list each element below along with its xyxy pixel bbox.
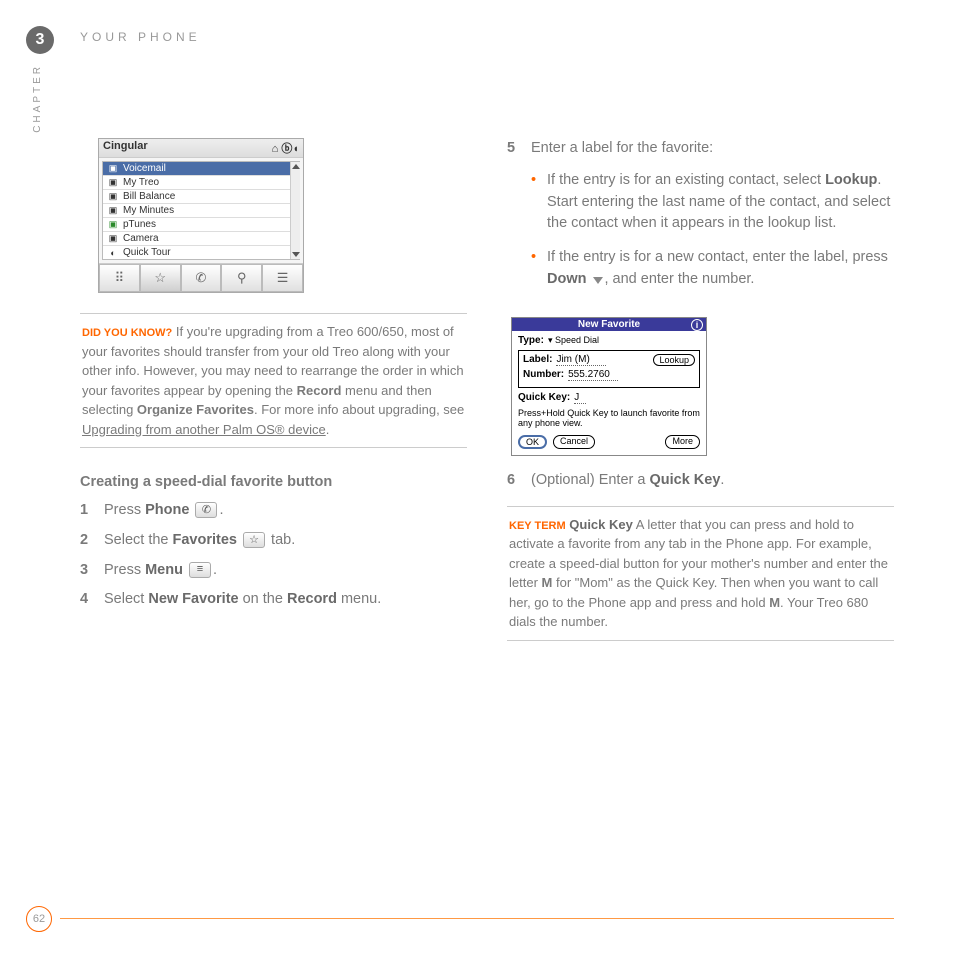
upgrade-link[interactable]: Upgrading from another Palm OS® device <box>82 422 326 437</box>
list-item: ▣pTunes <box>103 218 299 232</box>
menu-button-icon: ≡ <box>189 562 211 578</box>
app-icon: ▣ <box>107 178 119 188</box>
tab-favorites: ☆ <box>140 264 181 292</box>
page-header-title: YOUR PHONE <box>80 30 201 44</box>
more-button: More <box>665 435 700 449</box>
page-number: 62 <box>26 906 52 932</box>
key-term-name: Quick Key <box>569 517 633 532</box>
chapter-number-badge: 3 <box>26 26 54 54</box>
step-1: 1 Press Phone ✆. <box>80 500 467 522</box>
dialog-hint: Press+Hold Quick Key to launch favorite … <box>518 408 700 430</box>
callout-lead: KEY TERM <box>509 520 566 532</box>
voicemail-icon: ▣ <box>107 164 119 174</box>
tab-contacts: ⚲ <box>221 264 262 292</box>
favorites-star-icon: ☆ <box>243 532 265 548</box>
status-icons: ⌂ ⓑ◖ <box>272 140 299 156</box>
list-item: ▣My Treo <box>103 176 299 190</box>
list-item: ◐Quick Tour <box>103 246 299 259</box>
right-column: 5 Enter a label for the favorite: If the… <box>507 138 894 667</box>
tab-calls: ✆ <box>181 264 222 292</box>
step-5: 5 Enter a label for the favorite: If the… <box>507 138 894 303</box>
tab-list: ☰ <box>262 264 303 292</box>
chapter-label: CHAPTER <box>32 64 43 133</box>
screenshot-favorites-list: Cingular ⌂ ⓑ◖ ▣ Voicemail 1 ▣My Treo ▣Bi… <box>98 138 304 293</box>
step-3: 3 Press Menu ≡. <box>80 560 467 582</box>
phone-button-icon: ✆ <box>195 502 217 518</box>
callout-lead: DID YOU KNOW? <box>82 327 172 339</box>
key-term-callout: KEY TERM Quick Key A letter that you can… <box>507 506 894 641</box>
lookup-button: Lookup <box>653 354 695 366</box>
list-item: ▣My Minutes <box>103 204 299 218</box>
app-icon: ▣ <box>107 220 119 230</box>
bullet-lookup: If the entry is for an existing contact,… <box>531 170 894 235</box>
info-icon: i <box>691 319 703 331</box>
down-arrow-icon <box>593 277 603 284</box>
app-icon: ◐ <box>107 248 119 258</box>
list-item: ▣Camera <box>103 232 299 246</box>
carrier-label: Cingular <box>103 140 148 156</box>
left-column: Cingular ⌂ ⓑ◖ ▣ Voicemail 1 ▣My Treo ▣Bi… <box>80 138 467 667</box>
footer-rule <box>60 918 894 919</box>
bullet-new-contact: If the entry is for a new contact, enter… <box>531 247 894 291</box>
cancel-button: Cancel <box>553 435 595 449</box>
step-4: 4 Select New Favorite on the Record menu… <box>80 589 467 611</box>
list-item: ▣Bill Balance <box>103 190 299 204</box>
quickkey-field: J <box>574 392 586 404</box>
step-2: 2 Select the Favorites ☆ tab. <box>80 530 467 552</box>
tab-dialpad: ⠿ <box>99 264 140 292</box>
scrollbar <box>290 162 300 259</box>
did-you-know-callout: DID YOU KNOW? If you're upgrading from a… <box>80 313 467 448</box>
app-icon: ▣ <box>107 192 119 202</box>
app-icon: ▣ <box>107 234 119 244</box>
list-item: ▣ Voicemail 1 <box>103 162 299 176</box>
step-6: 6 (Optional) Enter a Quick Key. <box>507 470 894 492</box>
screenshot-new-favorite-dialog: New Favoritei Type: ▾ Speed Dial Label: … <box>511 317 707 457</box>
label-field: Jim (M) <box>556 354 606 366</box>
ok-button: OK <box>518 435 547 449</box>
number-field: 555.2760 <box>568 369 618 381</box>
app-icon: ▣ <box>107 206 119 216</box>
section-heading: Creating a speed-dial favorite button <box>80 474 467 490</box>
type-dropdown: ▾ Speed Dial <box>548 335 599 346</box>
